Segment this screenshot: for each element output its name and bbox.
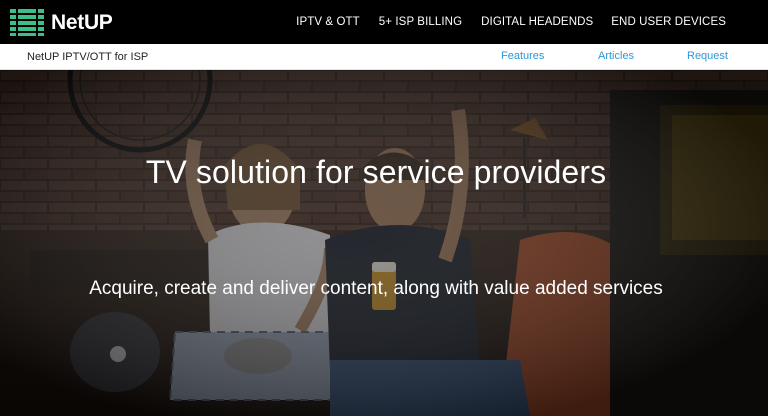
sub-navigation-bar: NetUP IPTV/OTT for ISP Features Articles…	[0, 44, 768, 70]
top-navigation-bar: NetUP IPTV & OTT 5+ ISP BILLING DIGITAL …	[0, 0, 768, 44]
nav-iptv-ott[interactable]: IPTV & OTT	[296, 16, 360, 28]
nav-isp-billing[interactable]: 5+ ISP BILLING	[379, 16, 462, 28]
link-articles[interactable]: Articles	[598, 50, 634, 62]
link-features[interactable]: Features	[501, 50, 544, 62]
hero-dark-overlay	[0, 70, 768, 416]
nav-digital-headends[interactable]: DIGITAL HEADENDS	[481, 16, 593, 28]
section-links: Features Articles Request	[0, 44, 768, 70]
main-nav: IPTV & OTT 5+ ISP BILLING DIGITAL HEADEN…	[296, 0, 768, 44]
netup-logo-icon	[10, 9, 44, 36]
logo-text: NetUP	[51, 10, 113, 34]
netup-logo[interactable]: NetUP	[8, 0, 113, 44]
link-request[interactable]: Request	[687, 50, 728, 62]
hero-banner: TV solution for service providers Acquir…	[0, 70, 768, 416]
hero-subtitle: Acquire, create and deliver content, alo…	[89, 278, 663, 299]
hero-title: TV solution for service providers	[145, 154, 607, 190]
nav-end-user-devices[interactable]: END USER DEVICES	[611, 16, 726, 28]
